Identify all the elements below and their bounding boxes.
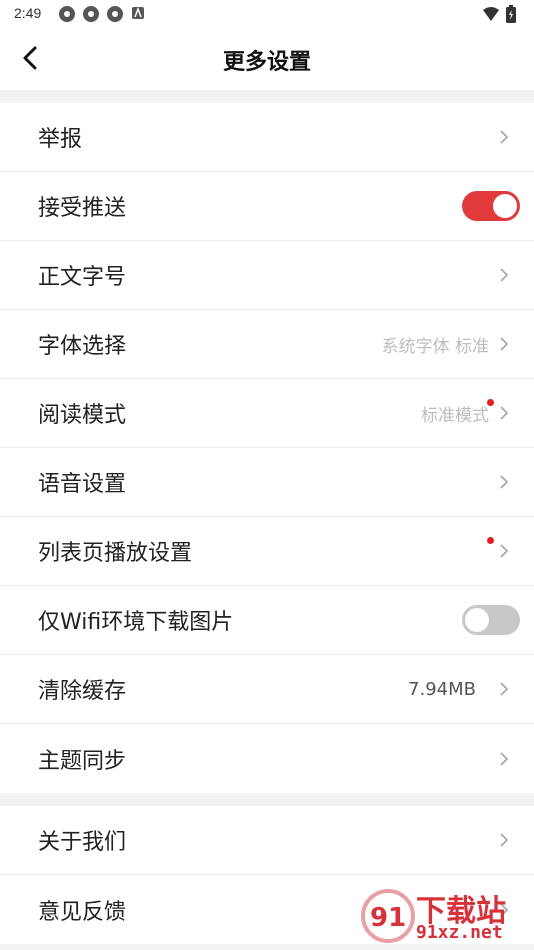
chevron-right-icon [500,130,509,144]
row-label: 清除缓存 [38,679,127,704]
row-label: 主题同步 [38,748,127,774]
wifi-images-toggle[interactable] [462,605,520,635]
site-watermark: 91 下载站 91xz.net [358,884,528,946]
chevron-right-icon [500,268,509,282]
status-system-icons [482,5,516,27]
chevron-right-icon [500,833,509,847]
row-label: 列表页播放设置 [38,541,193,566]
battery-icon [506,5,516,27]
status-notification-icons [58,5,148,23]
chevron-right-icon [500,337,509,351]
row-label: 仅Wifi环境下载图片 [38,610,234,635]
watermark-url: 91xz.net [416,922,503,943]
status-time: 2:49 [14,5,42,21]
new-badge-dot [487,537,494,544]
cache-size-value: 7.94MB [408,678,476,700]
wifi-icon [482,6,500,26]
push-toggle[interactable] [462,191,520,221]
svg-text:91: 91 [370,903,406,933]
row-value: 标准模式 [421,405,489,426]
app-icon [82,5,100,23]
toggle-knob [493,194,517,218]
row-label: 关于我们 [38,830,127,855]
settings-row-clear-cache[interactable]: 清除缓存 7.94MB [0,655,534,724]
settings-row-report[interactable]: 举报 [0,103,534,172]
row-value: 系统字体 标准 [381,336,489,357]
status-bar: 2:49 [0,0,534,28]
row-label: 接受推送 [38,196,127,221]
row-label: 意见反馈 [38,899,127,925]
page-title: 更多设置 [222,50,311,75]
settings-group-main: 举报 接受推送 正文字号 字体选择 系统字体 标准 阅读模式 标准模式 语音设置… [0,103,534,793]
row-label: 字体选择 [38,334,127,359]
settings-row-voice[interactable]: 语音设置 [0,448,534,517]
row-label: 语音设置 [38,472,127,497]
settings-row-font-choice[interactable]: 字体选择 系统字体 标准 [0,310,534,379]
row-label: 阅读模式 [38,403,127,428]
settings-row-about-us[interactable]: 关于我们 [0,806,534,875]
app-icon [58,5,76,23]
chevron-right-icon [500,406,509,420]
navigation-bar: 更多设置 [0,28,534,90]
new-badge-dot [487,399,494,406]
settings-row-reading-mode[interactable]: 阅读模式 标准模式 [0,379,534,448]
settings-row-wifi-images: 仅Wifi环境下载图片 [0,586,534,655]
watermark-logo: 91 [361,889,415,943]
app-icon [106,5,124,23]
toggle-knob [465,608,489,632]
settings-row-theme-sync[interactable]: 主题同步 [0,724,534,793]
chevron-right-icon [500,475,509,489]
a-notification-icon [130,5,148,23]
settings-row-font-size[interactable]: 正文字号 [0,241,534,310]
settings-row-list-playback[interactable]: 列表页播放设置 [0,517,534,586]
row-label: 正文字号 [38,265,127,290]
row-label: 举报 [38,127,83,152]
chevron-right-icon [500,682,509,696]
settings-row-push: 接受推送 [0,172,534,241]
chevron-right-icon [500,544,509,558]
chevron-right-icon [500,751,509,766]
